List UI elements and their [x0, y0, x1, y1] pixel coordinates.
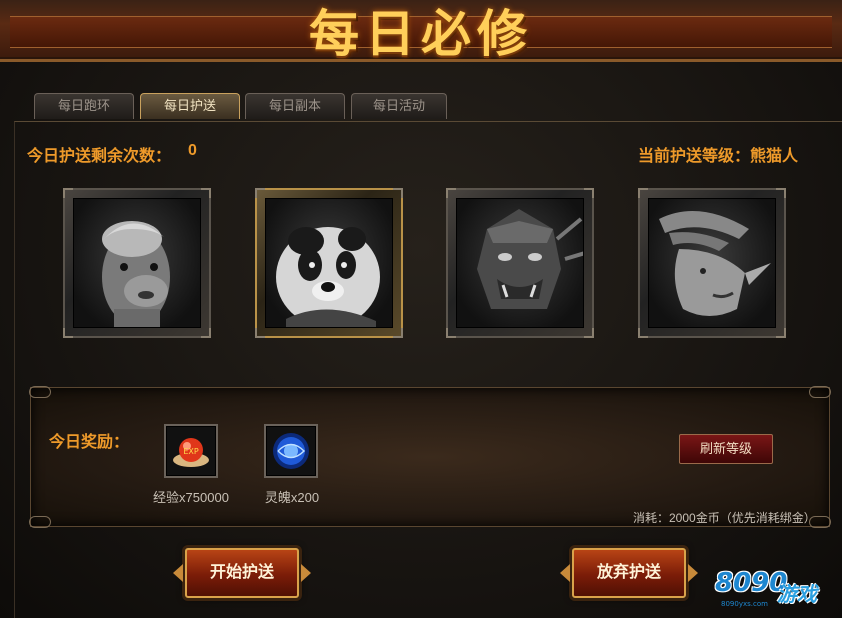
tab-daily-loop[interactable]: 每日跑环	[34, 93, 134, 119]
corner-ornament	[29, 516, 51, 528]
soul-orb-icon	[273, 433, 309, 469]
remaining-escort-label: 今日护送剩余次数：	[27, 148, 172, 165]
daily-required-panel: 每日必修 每日跑环 每日护送 每日副本 每日活动 今日护送剩余次数： 0 当前护…	[0, 0, 842, 618]
portrait-troll[interactable]	[638, 188, 786, 338]
today-reward-label: 今日奖励：	[49, 434, 130, 451]
svg-text:EXP: EXP	[183, 447, 199, 456]
experience-item-slot[interactable]: EXP	[164, 424, 218, 478]
refresh-level-button[interactable]: 刷新等级	[679, 434, 773, 464]
corner-ornament	[809, 386, 831, 398]
watermark-url: 8090yxs.com	[721, 600, 768, 608]
soul-item-slot[interactable]	[264, 424, 318, 478]
site-watermark-logo: 8090 游戏 8090yxs.com	[715, 568, 837, 614]
tab-daily-escort[interactable]: 每日护送	[140, 93, 240, 119]
alpaca-portrait-icon	[73, 198, 201, 328]
portrait-panda[interactable]	[255, 188, 403, 338]
remaining-escort-count: 0	[188, 142, 197, 159]
soul-item-caption: 灵魄x200	[264, 490, 320, 505]
watermark-text: 游戏	[777, 582, 817, 606]
experience-item-caption: 经验x750000	[153, 490, 229, 505]
current-escort-level: 当前护送等级：熊猫人	[638, 148, 799, 165]
refresh-cost-text: 消耗：2000金币（优先消耗绑金）	[633, 511, 816, 525]
experience-orb-icon: EXP	[173, 438, 209, 467]
abandon-escort-button[interactable]: 放弃护送	[572, 548, 686, 598]
portrait-alpaca[interactable]	[63, 188, 211, 338]
corner-ornament	[29, 386, 51, 398]
armored-orc-portrait-icon	[456, 198, 584, 328]
troll-portrait-icon	[648, 198, 776, 328]
window-header: 每日必修	[0, 0, 842, 63]
window-title: 每日必修	[309, 4, 533, 63]
panda-portrait-icon	[265, 198, 393, 328]
tab-daily-dungeon[interactable]: 每日副本	[245, 93, 345, 119]
portrait-armored-orc[interactable]	[446, 188, 594, 338]
tab-daily-activity[interactable]: 每日活动	[351, 93, 447, 119]
start-escort-button[interactable]: 开始护送	[185, 548, 299, 598]
